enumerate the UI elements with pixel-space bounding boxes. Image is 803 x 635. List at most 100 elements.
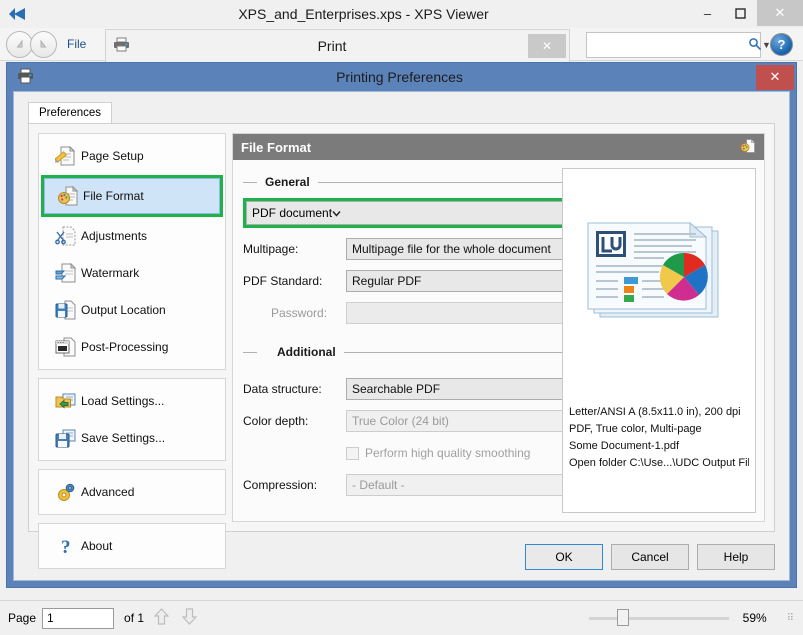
post-processing-icon [51, 336, 81, 358]
output-location-icon [51, 299, 81, 321]
tabstrip: Preferences [28, 102, 113, 124]
data-structure-combo-value: Searchable PDF [352, 382, 441, 396]
pdf-standard-combo-value: Regular PDF [352, 274, 422, 288]
legend-dash [243, 351, 257, 353]
maximize-button[interactable] [724, 0, 757, 26]
dialog-button-bar: OK Cancel Help [517, 544, 775, 570]
search-input[interactable] [587, 34, 748, 56]
file-format-icon [740, 138, 756, 157]
preview-info: Letter/ANSI A (8.5x11.0 in), 200 dpi PDF… [569, 404, 749, 472]
ok-button[interactable]: OK [525, 544, 603, 570]
zoom-percent-label: 59% [742, 611, 767, 625]
page-input[interactable] [42, 607, 115, 629]
zoom-slider[interactable] [588, 609, 729, 627]
format-combo-value: PDF document [252, 206, 333, 220]
xps-viewer-titlebar: XPS_and_Enterprises.xps - XPS Viewer – ✕ [0, 0, 803, 28]
password-input[interactable] [346, 302, 598, 324]
sidebar-item-page-setup[interactable]: Page Setup [43, 138, 221, 174]
chevron-down-icon[interactable] [332, 206, 341, 220]
color-depth-combo-value: True Color (24 bit) [352, 414, 449, 428]
sidebar-item-advanced[interactable]: Advanced [43, 474, 221, 510]
compression-row: Compression: - Default - [243, 474, 598, 496]
dialog-body: Preferences Page Setup File Format Adjus… [13, 91, 790, 581]
sidebar-item-label: Post-Processing [81, 340, 169, 354]
cancel-button[interactable]: Cancel [611, 544, 689, 570]
adjustments-icon [51, 225, 81, 247]
format-combo[interactable]: PDF document [246, 201, 595, 225]
data-structure-combo[interactable]: Searchable PDF [346, 378, 598, 400]
print-window: Print ✕ [105, 29, 570, 63]
sidebar-item-adjustments[interactable]: Adjustments [43, 218, 221, 254]
tab-preferences[interactable]: Preferences [28, 102, 113, 124]
legend-dash [243, 181, 257, 183]
sidebar-item-label: Advanced [81, 485, 135, 499]
preview-line-filename: Some Document-1.pdf [569, 440, 680, 452]
sidebar-group-main: Page Setup File Format Adjustments Water… [38, 133, 226, 370]
sidebar-item-post-processing[interactable]: Post-Processing [43, 329, 221, 365]
file-format-icon [53, 185, 83, 207]
multipage-label: Multipage: [243, 242, 299, 256]
pdf-standard-combo[interactable]: Regular PDF [346, 270, 598, 292]
multipage-combo[interactable]: Multipage file for the whole document [346, 238, 598, 260]
sidebar-item-load-settings[interactable]: Load Settings... [43, 383, 221, 419]
advanced-icon [51, 481, 81, 503]
pdf-standard-label: PDF Standard: [243, 274, 323, 288]
page-label: Page [8, 611, 37, 625]
minimize-button[interactable]: – [691, 0, 724, 26]
color-depth-row: Color depth: True Color (24 bit) [243, 410, 598, 432]
general-section-legend: General [243, 172, 598, 192]
preview-line-page: Letter/ANSI A (8.5x11.0 in), 200 dpi [569, 406, 741, 418]
file-menu[interactable]: File [67, 37, 86, 51]
dialog-title: Printing Preferences [336, 69, 463, 85]
preview-line-format: PDF, True color, Multi-page [569, 423, 702, 435]
next-page-icon[interactable] [178, 607, 200, 629]
resize-grip-icon[interactable]: ⠿ [787, 613, 795, 624]
password-row: Password: [243, 302, 598, 324]
dialog-close-button[interactable]: ✕ [756, 64, 794, 90]
sidebar-item-label: Load Settings... [81, 394, 165, 408]
color-depth-combo: True Color (24 bit) [346, 410, 598, 432]
print-close-button[interactable]: ✕ [528, 34, 566, 58]
pdf-standard-row: PDF Standard: Regular PDF [243, 270, 598, 292]
window-controls: – ✕ [691, 0, 803, 26]
multipage-row: Multipage: Multipage file for the whole … [243, 238, 598, 260]
window-title: XPS_and_Enterprises.xps - XPS Viewer [238, 6, 489, 22]
search-icon[interactable] [748, 37, 762, 54]
zoom-slider-track [588, 617, 729, 620]
format-combo-highlight-box: PDF document [243, 198, 598, 228]
print-window-title: Print [317, 38, 347, 54]
close-button[interactable]: ✕ [757, 0, 803, 26]
zoom-slider-thumb[interactable] [616, 609, 629, 626]
file-format-panel: File Format General PDF document Multipa… [232, 133, 765, 522]
sidebar-item-label: Adjustments [81, 229, 148, 243]
xps-viewer-app-icon [0, 0, 34, 28]
additional-section-legend: Additional [243, 342, 598, 362]
printer-icon [106, 37, 136, 55]
watermark-icon [51, 262, 81, 284]
sidebar-item-file-format[interactable]: File Format [44, 178, 220, 214]
svg-text:?: ? [61, 537, 71, 557]
preview-pane: Letter/ANSI A (8.5x11.0 in), 200 dpi PDF… [562, 168, 756, 513]
panel-content: General PDF document Multipage: Multipag… [233, 160, 764, 521]
search-box[interactable]: ▼ [586, 32, 771, 58]
zoom-controls: 59% ⠿ [588, 609, 795, 627]
help-button[interactable]: Help [697, 544, 775, 570]
screen: XPS_and_Enterprises.xps - XPS Viewer – ✕… [0, 0, 803, 635]
sidebar-item-label: Watermark [81, 266, 140, 280]
compression-combo: - Default - [346, 474, 598, 496]
sidebar-group-settings: Load Settings... Save Settings... [38, 378, 226, 461]
help-icon[interactable]: ? [770, 33, 793, 56]
sidebar-item-about[interactable]: ? About [43, 528, 221, 564]
forward-button[interactable] [30, 30, 57, 58]
smoothing-row: Perform high quality smoothing [243, 442, 598, 464]
printer-icon [7, 68, 43, 87]
sidebar-item-save-settings[interactable]: Save Settings... [43, 420, 221, 456]
sidebar-item-label: About [81, 539, 113, 553]
general-label: General [265, 175, 310, 189]
previous-page-icon[interactable] [150, 607, 172, 629]
sidebar-item-watermark[interactable]: Watermark [43, 255, 221, 291]
sidebar-item-output-location[interactable]: Output Location [43, 292, 221, 328]
compression-label: Compression: [243, 478, 318, 492]
sidebar-group-about: ? About [38, 523, 226, 569]
back-button[interactable] [6, 30, 33, 58]
